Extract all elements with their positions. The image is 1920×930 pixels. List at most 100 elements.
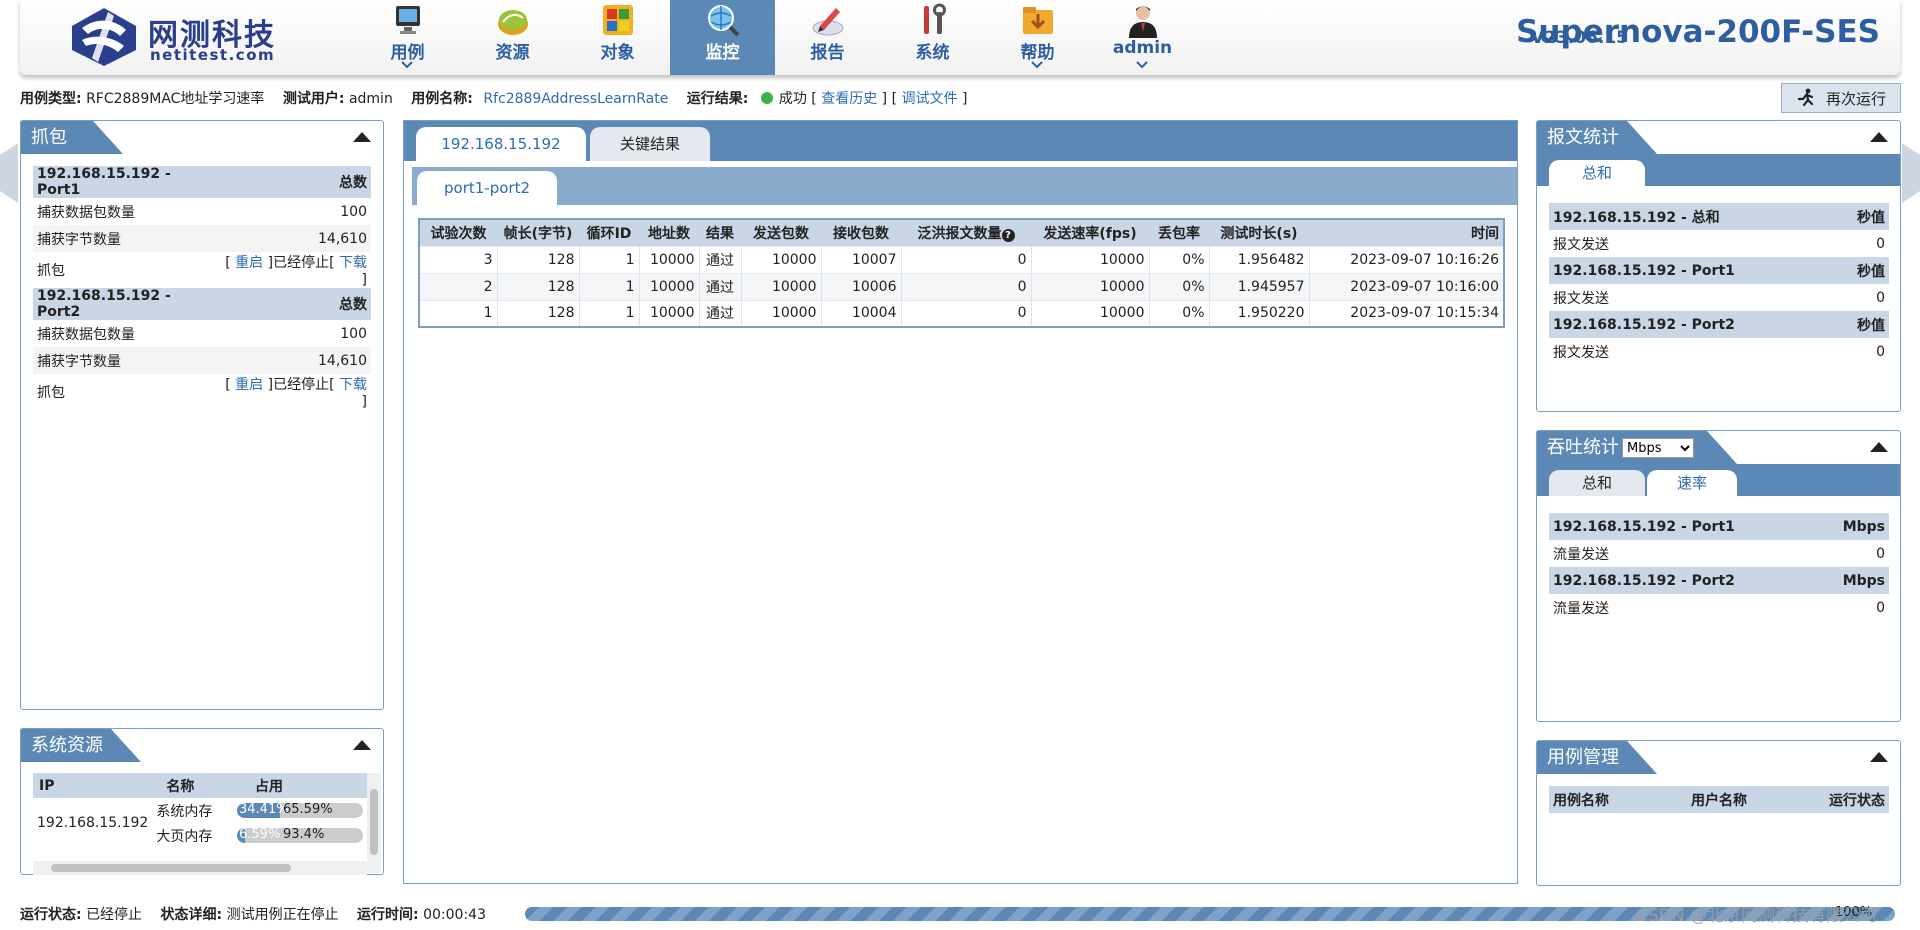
- result-table-header: 试验次数 帧长(字节) 循环ID 地址数 结果 发送包数 接收包数 泛洪报文数量…: [419, 219, 1504, 246]
- stats-unit: Mbps: [1817, 513, 1889, 540]
- stats-group-header: 192.168.15.192 - Port2 Mbps: [1549, 567, 1889, 594]
- capture-download-link[interactable]: 下载: [339, 255, 367, 271]
- stats-group-header: 192.168.15.192 - 总和 秒值: [1549, 203, 1889, 230]
- nav-cases[interactable]: 用例: [355, 0, 460, 75]
- scroll-thumb[interactable]: [51, 864, 291, 872]
- case-name-link[interactable]: Rfc2889AddressLearnRate: [483, 91, 668, 107]
- cell-result: 通过: [699, 245, 742, 273]
- tab-host[interactable]: 192.168.15.192: [416, 127, 586, 161]
- collapse-triangle-icon[interactable]: [1870, 752, 1888, 762]
- stats-label: 流量发送: [1553, 546, 1609, 563]
- captured-packets-label: 捕获数据包数量: [37, 326, 135, 343]
- cell-tx-packets: 10000: [741, 299, 822, 327]
- throughput-panel: 吞吐统计 Mbps 总和 速率 192.168.15.192 - Port1 Mb…: [1536, 430, 1901, 722]
- view-history-link[interactable]: 查看历史: [821, 91, 877, 107]
- stats-unit: 秒值: [1834, 203, 1889, 230]
- stats-value: 0: [1876, 235, 1885, 252]
- capture-download-link[interactable]: 下载: [339, 377, 367, 393]
- tab-total[interactable]: 总和: [1549, 470, 1645, 496]
- cell-time: 2023-09-07 10:15:34: [1309, 299, 1505, 327]
- packet-stats-tabstrip: 总和: [1537, 154, 1900, 186]
- stats-group-name: 192.168.15.192 - 总和: [1549, 203, 1835, 230]
- running-man-icon: [1797, 88, 1814, 107]
- cell-loss-rate: 0%: [1149, 299, 1210, 327]
- rerun-button[interactable]: 再次运行: [1781, 83, 1901, 113]
- capture-restart-link[interactable]: 重启: [235, 255, 263, 271]
- nav-admin[interactable]: admin: [1090, 0, 1195, 75]
- tab-port-pair[interactable]: port1-port2: [417, 171, 557, 205]
- tab-rate[interactable]: 速率: [1647, 470, 1737, 496]
- table-row: 捕获字节数量 14,610: [33, 225, 371, 252]
- table-row: 抓包 [ 重启 ]已经停止[ 下载 ]: [33, 374, 371, 410]
- captured-bytes-value: 14,610: [218, 225, 371, 252]
- captured-bytes-value: 14,610: [218, 347, 371, 374]
- cell-flood-count: 0: [901, 245, 1032, 273]
- capture-restart-link[interactable]: 重启: [235, 377, 263, 393]
- nav-objects[interactable]: 对象: [565, 0, 670, 75]
- tab-key-results[interactable]: 关键结果: [590, 127, 710, 161]
- capture-port-name: 192.168.15.192 - Port1: [33, 166, 219, 198]
- bracket-close: ]: [961, 91, 968, 107]
- cell-flood-count: 0: [901, 272, 1032, 300]
- table-row: 流量发送 0: [1549, 594, 1889, 621]
- stats-group-name: 192.168.15.192 - Port1: [1549, 257, 1835, 284]
- capture-port-header: 192.168.15.192 - Port1 总数: [33, 166, 371, 198]
- run-status-label: 运行状态:: [20, 907, 82, 923]
- horizontal-scrollbar[interactable]: [33, 861, 367, 875]
- report-pen-icon: [812, 8, 844, 36]
- case-management-title: 用例管理: [1537, 741, 1627, 774]
- collapse-triangle-icon[interactable]: [353, 740, 371, 750]
- stats-unit: 秒值: [1834, 257, 1889, 284]
- cell-time: 2023-09-07 10:16:26: [1309, 245, 1505, 273]
- capture-port-header: 192.168.15.192 - Port2 总数: [33, 288, 371, 320]
- scroll-thumb[interactable]: [370, 789, 378, 855]
- success-status-icon: [760, 92, 773, 104]
- col-rx-packets: 接收包数: [821, 219, 901, 246]
- system-resource-header: 系统资源: [21, 729, 383, 762]
- col-trial: 试验次数: [419, 219, 497, 246]
- right-collapse-arrow[interactable]: [1902, 143, 1920, 203]
- chevron-down-icon: [1031, 61, 1043, 69]
- col-loop-id: 循环ID: [579, 219, 639, 246]
- captured-packets-value: 100: [340, 325, 367, 342]
- cell-frame-length: 128: [497, 299, 580, 327]
- result-table: 试验次数 帧长(字节) 循环ID 地址数 结果 发送包数 接收包数 泛洪报文数量…: [418, 218, 1505, 328]
- nav-system[interactable]: 系统: [880, 0, 985, 75]
- stats-unit: Mbps: [1817, 567, 1889, 594]
- flood-count-label: 泛洪报文数量: [917, 225, 1002, 242]
- memory-usage-bar: 34.41% 65.59%: [237, 803, 363, 818]
- col-flood-count: 泛洪报文数量?: [901, 219, 1031, 246]
- collapse-triangle-icon[interactable]: [353, 132, 371, 142]
- tab-total[interactable]: 总和: [1549, 160, 1645, 186]
- help-question-icon[interactable]: ?: [1001, 228, 1015, 242]
- run-time-label: 运行时间:: [357, 907, 419, 923]
- bar-free-text: 65.59%: [283, 803, 333, 817]
- bar-used-text: 34.41%: [239, 803, 289, 817]
- captured-packets-label: 捕获数据包数量: [37, 204, 135, 221]
- nav-help[interactable]: 帮助: [985, 0, 1090, 75]
- stats-label: 报文发送: [1553, 290, 1609, 307]
- resource-table-header: IP 名称 占用: [33, 773, 367, 798]
- left-collapse-arrow[interactable]: [0, 143, 18, 203]
- table-row: 3 128 1 10000 通过 10000 10007 0 10000 0% 1.956482 20…: [419, 245, 1505, 273]
- collapse-triangle-icon[interactable]: [1870, 132, 1888, 142]
- company-logo: 网测科技 netitest.com: [68, 4, 290, 70]
- result-table-body: 3 128 1 10000 通过 10000 10007 0 10000 0% 1.956482 20…: [419, 245, 1505, 327]
- throughput-unit-select[interactable]: Mbps: [1622, 438, 1694, 458]
- rerun-button-label: 再次运行: [1825, 89, 1886, 108]
- capture-total-label: 总数: [218, 288, 371, 320]
- nav-report[interactable]: 报告: [775, 0, 880, 75]
- logo-mark-icon: [72, 8, 136, 66]
- vertical-scrollbar[interactable]: [367, 773, 381, 873]
- col-ip: IP: [33, 773, 153, 798]
- collapse-triangle-icon[interactable]: [1870, 442, 1888, 452]
- nav-resources[interactable]: 资源: [460, 0, 565, 75]
- stats-group-name: 192.168.15.192 - Port2: [1549, 311, 1835, 338]
- nav-monitor[interactable]: 监控: [670, 0, 775, 75]
- hugepage-usage-bar: 6.59% 93.4%: [237, 828, 363, 843]
- capture-total-label: 总数: [218, 166, 371, 198]
- table-row: 抓包 [ 重启 ]已经停止[ 下载 ]: [33, 252, 371, 288]
- capture-stopped-text: ]已经停止[: [267, 255, 335, 271]
- debug-file-link[interactable]: 调试文件: [901, 91, 957, 107]
- main-nav: 用例 资源 对象 监控 报告 系统 帮助 admin: [355, 0, 1195, 75]
